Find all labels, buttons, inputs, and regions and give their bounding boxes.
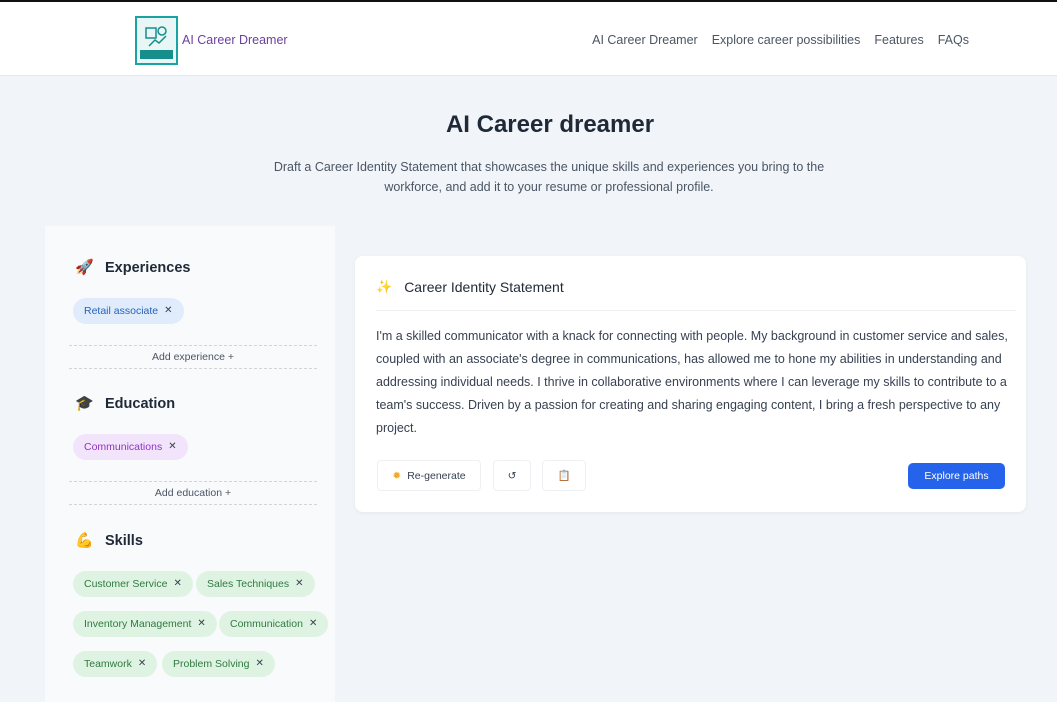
skill-chip[interactable]: Customer Service ✕ — [73, 571, 193, 597]
regenerate-button[interactable]: ✹ Re-generate — [377, 460, 481, 491]
chip-label: Teamwork — [84, 658, 132, 670]
profile-panel: 🚀 Experiences Retail associate ✕ Add exp… — [45, 226, 335, 702]
chip-label: Retail associate — [84, 305, 159, 317]
remove-chip-icon[interactable]: ✕ — [197, 611, 205, 637]
page-title: AI Career dreamer — [445, 111, 655, 138]
chip-label: Communication — [230, 618, 303, 630]
flexed-biceps-icon: 💪 — [75, 532, 94, 549]
rocket-icon: 🚀 — [75, 259, 94, 276]
sparkle-icon: ✨ — [376, 279, 393, 294]
add-experience-button[interactable]: Add experience + — [69, 345, 317, 369]
education-heading: 🎓 Education — [75, 395, 175, 413]
skill-chip[interactable]: Sales Techniques ✕ — [196, 571, 315, 597]
experiences-title: Experiences — [105, 260, 191, 276]
remove-chip-icon[interactable]: ✕ — [173, 571, 181, 597]
remove-chip-icon[interactable]: ✕ — [295, 571, 303, 597]
chip-label: Problem Solving — [173, 658, 250, 670]
hero-section: AI Career dreamer Draft a Career Identit… — [0, 76, 1057, 226]
statement-text[interactable]: I'm a skilled communicator with a knack … — [376, 325, 1011, 440]
undo-button[interactable]: ↺ — [493, 460, 531, 491]
chip-label: Sales Techniques — [207, 578, 290, 590]
divider — [376, 310, 1016, 311]
nav-link-faqs[interactable]: FAQs — [938, 33, 969, 47]
brand-logo[interactable] — [135, 16, 178, 65]
remove-chip-icon[interactable]: ✕ — [168, 434, 176, 460]
skill-chip[interactable]: Problem Solving ✕ — [162, 651, 275, 677]
experiences-heading: 🚀 Experiences — [75, 259, 190, 277]
page-subtitle-line-2: workforce, and add it to your resume or … — [384, 180, 714, 194]
regenerate-label: Re-generate — [407, 469, 466, 482]
skill-chip[interactable]: Communication ✕ — [219, 611, 329, 637]
skills-title: Skills — [105, 533, 143, 549]
statement-title: Career Identity Statement — [404, 279, 564, 295]
chip-label: Customer Service — [84, 578, 168, 590]
graduation-cap-icon: 🎓 — [75, 395, 94, 412]
skills-heading: 💪 Skills — [75, 532, 143, 550]
site-header: AI Career Dreamer AI Career Dreamer Expl… — [0, 2, 1057, 76]
statement-header: ✨ Career Identity Statement — [376, 279, 564, 295]
undo-icon: ↺ — [507, 469, 517, 482]
remove-chip-icon[interactable]: ✕ — [255, 651, 263, 677]
education-chip[interactable]: Communications ✕ — [73, 434, 188, 460]
chip-label: Inventory Management — [84, 618, 192, 630]
nav-link-explore[interactable]: Explore career possibilities — [712, 33, 861, 47]
logo-band — [140, 50, 173, 59]
remove-chip-icon[interactable]: ✕ — [138, 651, 146, 677]
remove-chip-icon[interactable]: ✕ — [164, 298, 172, 324]
explore-paths-button[interactable]: Explore paths — [908, 463, 1005, 489]
skill-chip[interactable]: Teamwork ✕ — [73, 651, 158, 677]
remove-chip-icon[interactable]: ✕ — [309, 611, 317, 637]
top-nav: AI Career Dreamer Explore career possibi… — [592, 33, 969, 47]
statement-card: ✨ Career Identity Statement I'm a skille… — [355, 256, 1026, 512]
education-title: Education — [105, 396, 176, 412]
sun-icon: ✹ — [392, 469, 402, 482]
add-education-button[interactable]: Add education + — [69, 481, 317, 505]
brand-name[interactable]: AI Career Dreamer — [182, 33, 288, 47]
copy-button[interactable]: 📋 — [542, 460, 586, 491]
nav-link-home[interactable]: AI Career Dreamer — [592, 33, 698, 47]
skill-chip[interactable]: Inventory Management ✕ — [73, 611, 217, 637]
chip-label: Communications — [84, 441, 163, 453]
clipboard-icon: 📋 — [557, 470, 571, 482]
page-subtitle: Draft a Career Identity Statement that s… — [264, 157, 834, 197]
logo-illustration-icon — [145, 26, 167, 47]
experience-chip[interactable]: Retail associate ✕ — [73, 298, 184, 324]
page-subtitle-line-1: Draft a Career Identity Statement that s… — [273, 160, 825, 174]
nav-link-features[interactable]: Features — [874, 33, 923, 47]
